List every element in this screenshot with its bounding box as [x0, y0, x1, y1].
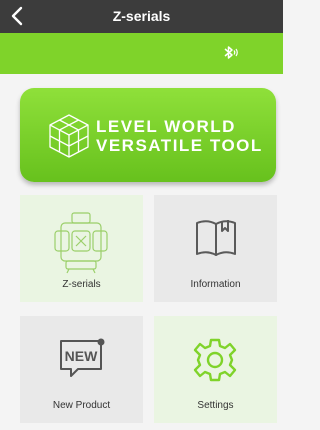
top-bar: Z-serials	[0, 0, 283, 33]
new-badge-text: NEW	[65, 348, 98, 364]
banner-line-1: LEVEL WORLD	[96, 117, 236, 136]
tile-label-settings: Settings	[197, 400, 234, 411]
tile-information[interactable]: Information	[154, 195, 277, 302]
status-bar	[0, 33, 283, 74]
page-title: Z-serials	[112, 8, 171, 24]
tile-label-new-product: New Product	[52, 400, 111, 411]
tile-new-product[interactable]: NEW New Product	[20, 316, 143, 423]
book-icon	[196, 220, 236, 256]
promo-banner[interactable]: LEVEL WORLD VERSATILE TOOL	[20, 88, 276, 182]
bluetooth-icon[interactable]	[221, 44, 239, 62]
gear-icon	[193, 338, 237, 382]
tile-label-information: Information	[190, 279, 241, 290]
laser-level-device-icon	[54, 212, 108, 274]
tile-z-serials[interactable]: Z-serials	[20, 195, 143, 302]
banner-text: LEVEL WORLD VERSATILE TOOL	[96, 117, 263, 155]
tile-settings[interactable]: Settings	[154, 316, 277, 423]
banner-line-2: VERSATILE TOOL	[96, 136, 263, 155]
new-badge-icon: NEW	[60, 338, 105, 377]
tile-label-z-serials: Z-serials	[62, 279, 101, 290]
cube-grid-icon	[49, 114, 89, 158]
